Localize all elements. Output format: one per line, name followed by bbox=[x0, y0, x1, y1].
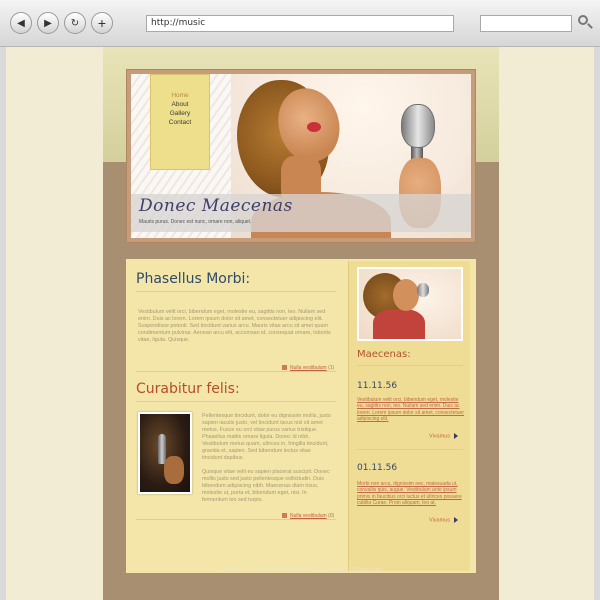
divider bbox=[357, 365, 463, 366]
main-menu: Home About Gallery Contact bbox=[150, 74, 210, 170]
microphone-icon bbox=[401, 104, 435, 148]
main-column: Phasellus Morbi: Vestibulum velit orci, … bbox=[126, 259, 346, 573]
menu-item-home[interactable]: Home bbox=[151, 91, 209, 100]
comment-icon bbox=[282, 513, 287, 519]
arrow-right-icon bbox=[454, 433, 458, 439]
singer-mouth bbox=[307, 122, 321, 132]
divider bbox=[136, 401, 336, 402]
search-input[interactable] bbox=[480, 15, 572, 32]
forward-icon[interactable]: ▶ bbox=[37, 12, 59, 34]
site-logo[interactable]: Donec Maecenas bbox=[139, 196, 293, 216]
arrow-right-icon bbox=[454, 517, 458, 523]
singer-body bbox=[373, 309, 425, 339]
more-link-row: Nulla vestibulum (1) bbox=[282, 365, 334, 371]
divider bbox=[136, 291, 336, 292]
reload-icon[interactable]: ↻ bbox=[64, 12, 86, 34]
site-tagline: Mauris purus. Donec est nunc, ornare non… bbox=[139, 219, 252, 225]
read-more-label[interactable]: Vivamus bbox=[429, 433, 450, 439]
new-tab-icon[interactable]: + bbox=[91, 12, 113, 34]
site-header: Donec Maecenas Mauris purus. Donec est n… bbox=[126, 69, 476, 243]
back-icon[interactable]: ◀ bbox=[10, 12, 32, 34]
post-excerpt[interactable]: Vestibulum velit orci, bibendum eget, mo… bbox=[357, 397, 465, 423]
sidebar-title: Maecenas: bbox=[357, 349, 411, 360]
browser-toolbar: ◀ ▶ ↻ + http://music bbox=[0, 0, 600, 47]
divider bbox=[357, 449, 463, 450]
section-title: Curabitur felis: bbox=[136, 381, 240, 397]
microphone-icon bbox=[417, 283, 429, 297]
post-excerpt[interactable]: Morbi non arcu, dignissim nec, malesuada… bbox=[357, 481, 465, 507]
sidebar-photo[interactable] bbox=[357, 267, 463, 341]
site-page: Donec Maecenas Mauris purus. Donec est n… bbox=[103, 47, 499, 600]
divider bbox=[136, 371, 336, 372]
read-more-label[interactable]: Vivamus bbox=[429, 517, 450, 523]
read-more-link[interactable]: Vivamus bbox=[429, 433, 458, 439]
page-viewport: Donec Maecenas Mauris purus. Donec est n… bbox=[6, 47, 594, 600]
content-area: Phasellus Morbi: Vestibulum velit orci, … bbox=[126, 259, 476, 573]
address-bar[interactable]: http://music bbox=[146, 15, 454, 32]
read-more-link[interactable]: Vivamus bbox=[429, 517, 458, 523]
search-icon[interactable] bbox=[578, 15, 588, 25]
comment-count: (1) bbox=[328, 365, 335, 371]
header-banner: Donec Maecenas Mauris purus. Donec est n… bbox=[131, 74, 471, 238]
microphone-thumbnail[interactable] bbox=[138, 412, 192, 494]
menu-item-gallery[interactable]: Gallery bbox=[151, 109, 209, 118]
sidebar: Maecenas: 11.11.56 Vestibulum velit orci… bbox=[348, 261, 470, 571]
singer-face bbox=[393, 279, 419, 311]
comment-count: (0) bbox=[328, 513, 335, 519]
section-text: Pellentesque tincidunt, dolor eu digniss… bbox=[202, 413, 331, 461]
hand-shape bbox=[164, 456, 184, 484]
site-footer: Copyright © All rights reserved. Made by… bbox=[218, 567, 384, 573]
section-title: Phasellus Morbi: bbox=[136, 271, 251, 287]
divider bbox=[136, 519, 336, 520]
comment-icon bbox=[282, 365, 287, 371]
section-text: Vestibulum velit orci, bibendum eget, mo… bbox=[138, 309, 331, 343]
more-link[interactable]: Nulla vestibulum bbox=[290, 365, 327, 371]
post-date: 11.11.56 bbox=[357, 381, 398, 391]
post-date: 01.11.56 bbox=[357, 463, 398, 473]
more-link-row: Nulla vestibulum (0) bbox=[282, 513, 334, 519]
section-text: Quisque vitae velit eu sapien placerat s… bbox=[202, 469, 330, 503]
more-link[interactable]: Nulla vestibulum bbox=[290, 513, 327, 519]
menu-item-about[interactable]: About bbox=[151, 100, 209, 109]
menu-item-contact[interactable]: Contact bbox=[151, 118, 209, 127]
